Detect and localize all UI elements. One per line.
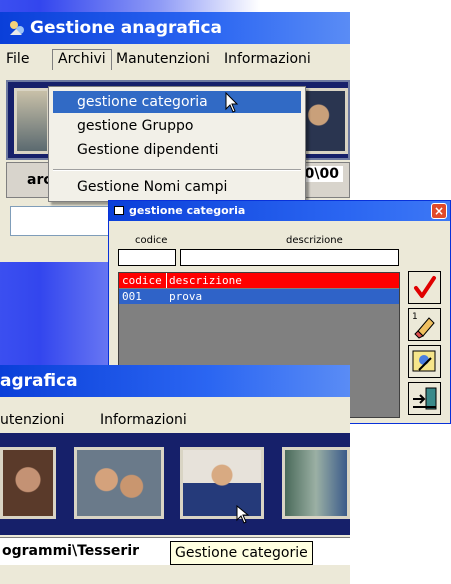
eraser-icon: 1 xyxy=(412,312,435,339)
zoomed-main-window: agrafica utenzioni Informazioni ogrammi\… xyxy=(0,365,350,584)
photo-thumbnail[interactable] xyxy=(282,447,350,519)
window-title: Gestione anagrafica xyxy=(30,18,223,38)
title-bar[interactable]: Gestione anagrafica xyxy=(0,12,350,44)
menu-item-gestione-gruppo[interactable]: gestione Gruppo xyxy=(53,115,301,137)
erase-button[interactable]: 1 xyxy=(408,308,441,341)
confirm-check-icon xyxy=(414,276,436,298)
cell-descrizione: prova xyxy=(169,290,203,303)
menu-informazioni[interactable]: Informazioni xyxy=(224,51,311,67)
menu-bar: File Archivi Manutenzioni Informazioni xyxy=(0,48,350,72)
exit-icon xyxy=(413,387,437,410)
edit-icon xyxy=(412,350,436,372)
codice-input[interactable] xyxy=(118,249,176,266)
menu-manutenzioni[interactable]: utenzioni xyxy=(0,412,64,428)
column-header-codice[interactable]: codice xyxy=(122,273,162,288)
exit-button[interactable] xyxy=(408,382,441,415)
menu-file[interactable]: File xyxy=(6,51,29,67)
mouse-cursor-icon xyxy=(225,92,239,113)
svg-text:1: 1 xyxy=(412,312,418,322)
column-header-descrizione[interactable]: descrizione xyxy=(169,273,242,288)
table-row[interactable]: 001 prova xyxy=(119,289,399,304)
window-title: agrafica xyxy=(0,371,78,391)
mouse-cursor-icon xyxy=(236,505,250,524)
photo-thumbnail[interactable] xyxy=(0,447,56,519)
cell-codice: 001 xyxy=(122,290,142,303)
descrizione-label: descrizione xyxy=(286,235,343,246)
menu-manutenzioni[interactable]: Manutenzioni xyxy=(116,51,210,67)
photo-strip xyxy=(0,433,350,535)
menu-separator xyxy=(53,169,301,171)
column-divider xyxy=(166,273,167,288)
menu-archivi[interactable]: Archivi xyxy=(52,49,112,70)
app-icon xyxy=(10,21,24,35)
photo-thumbnail[interactable] xyxy=(74,447,164,519)
dialog-title-bar[interactable]: gestione categoria × xyxy=(109,201,450,221)
menu-bar: utenzioni Informazioni xyxy=(0,409,350,433)
confirm-button[interactable] xyxy=(408,271,441,304)
text-field[interactable] xyxy=(10,206,116,236)
window-icon xyxy=(114,206,124,215)
title-bar[interactable]: agrafica xyxy=(0,365,350,397)
menu-item-gestione-nomi-campi[interactable]: Gestione Nomi campi xyxy=(53,176,301,198)
grid-header: codice descrizione xyxy=(119,273,399,288)
status-path: ogrammi\Tesserir xyxy=(2,543,140,559)
menu-item-gestione-dipendenti[interactable]: Gestione dipendenti xyxy=(53,139,301,161)
tooltip: Gestione categorie xyxy=(170,541,313,565)
photo-thumbnail[interactable] xyxy=(14,88,50,154)
archivi-dropdown: gestione categoria gestione Gruppo Gesti… xyxy=(48,86,306,202)
descrizione-input[interactable] xyxy=(180,249,399,266)
menu-informazioni[interactable]: Informazioni xyxy=(100,412,187,428)
menu-item-gestione-categoria[interactable]: gestione categoria xyxy=(53,91,301,113)
edit-button[interactable] xyxy=(408,345,441,378)
codice-label: codice xyxy=(135,235,168,246)
photo-thumbnail[interactable] xyxy=(180,447,264,519)
dialog-title: gestione categoria xyxy=(129,204,246,217)
close-button[interactable]: × xyxy=(431,203,447,219)
